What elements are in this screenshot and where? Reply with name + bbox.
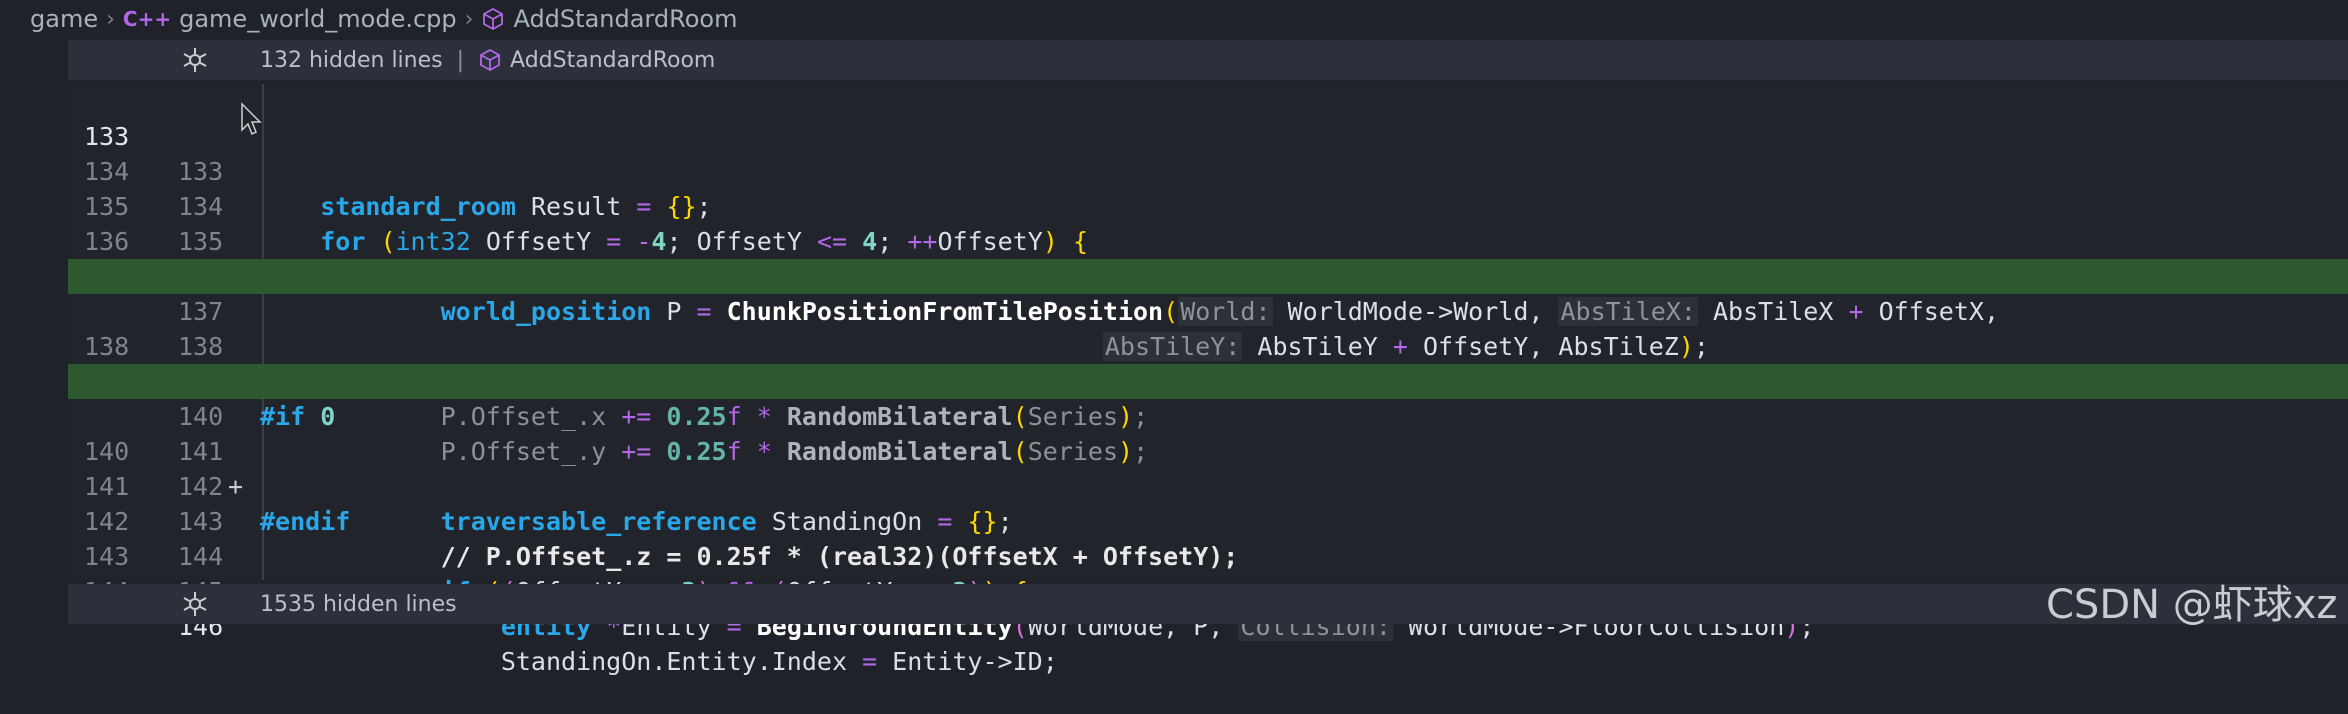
chevron-right-icon: › xyxy=(464,6,474,32)
unfold-icon[interactable] xyxy=(180,45,210,75)
code-editor[interactable]: 133 133 standard_room Result = {}; 134 1… xyxy=(68,84,2348,676)
mouse-cursor-icon xyxy=(241,102,262,136)
code-line[interactable]: 134 134 for (int32 OffsetY = -4; OffsetY… xyxy=(68,119,2348,256)
code-line[interactable]: 140 142 traversable_reference StandingOn… xyxy=(68,399,2348,536)
code-line[interactable]: 144 146 StandingOn.Entity.Index = Entity… xyxy=(68,539,2348,676)
watermark: CSDN @虾球xz xyxy=(2046,582,2338,628)
hidden-lines-bar-top[interactable]: 132 hidden lines | AddStandardRoom xyxy=(68,40,2348,80)
chevron-right-icon: › xyxy=(106,6,115,32)
code-line[interactable]: 142 144 if ((OffsetX == 2) && (OffsetY =… xyxy=(68,469,2348,606)
code-line-added[interactable]: 141 + #endif xyxy=(68,364,2348,536)
code-line[interactable]: 133 133 standard_room Result = {}; xyxy=(68,84,2348,221)
code-line[interactable]: 135 135 for (int32 OffsetX = -8; OffsetX… xyxy=(68,154,2348,291)
hidden-lines-count: 132 hidden lines xyxy=(260,47,443,73)
code-line-added[interactable]: 138 + #if 0 xyxy=(68,259,2348,431)
code-line[interactable]: 143 145 entity *Entity = BeginGroundEnti… xyxy=(68,504,2348,641)
code-line[interactable]: 137 137 AbsTileY: AbsTileY + OffsetY, Ab… xyxy=(68,224,2348,361)
code-text: StandingOn.Entity.Index = Entity->ID; xyxy=(260,647,1058,676)
breadcrumb-item-file[interactable]: game_world_mode.cpp xyxy=(179,5,457,33)
breadcrumb-item-folder[interactable]: game xyxy=(30,5,98,33)
method-cube-icon xyxy=(480,48,500,72)
unfold-icon[interactable] xyxy=(180,589,210,619)
hidden-lines-symbol: AddStandardRoom xyxy=(510,47,716,73)
code-line[interactable]: 138 139 P.Offset_.x += 0.25f * RandomBil… xyxy=(68,294,2348,431)
hidden-lines-count: 1535 hidden lines xyxy=(260,591,457,617)
breadcrumb-item-symbol[interactable]: AddStandardRoom xyxy=(513,5,737,33)
code-line[interactable]: 141 143 // P.Offset_.z = 0.25f * (real32… xyxy=(68,434,2348,571)
code-line[interactable]: 139 140 P.Offset_.y += 0.25f * RandomBil… xyxy=(68,329,2348,466)
method-cube-icon xyxy=(483,7,504,31)
cpp-file-icon: C++ xyxy=(122,7,172,31)
code-line[interactable]: 136 136 world_position P = ChunkPosition… xyxy=(68,189,2348,326)
breadcrumb: game › C++ game_world_mode.cpp › AddStan… xyxy=(0,0,2348,38)
divider: | xyxy=(456,47,465,73)
hidden-lines-bar-bottom[interactable]: 1535 hidden lines xyxy=(68,584,2348,624)
